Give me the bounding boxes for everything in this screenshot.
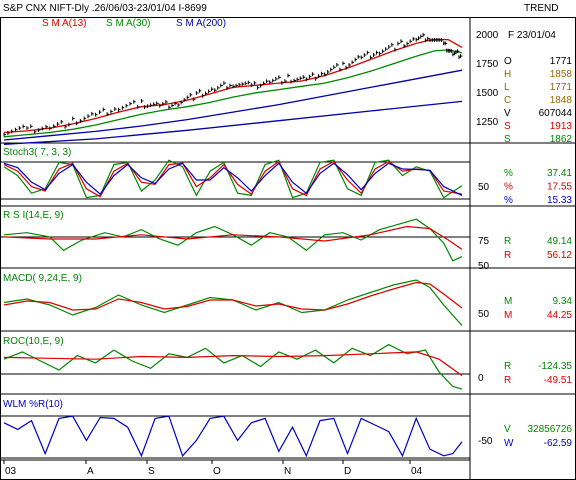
- rsi-y-tick: 50: [478, 261, 490, 272]
- side-date: F 23/01/04: [508, 30, 556, 41]
- price-row-value: 1862: [550, 134, 573, 145]
- wlm-title: WLM %R(10): [3, 399, 63, 410]
- price-row-key: O: [504, 56, 512, 67]
- trend-label: TREND: [524, 3, 558, 14]
- macd-y-tick: 50: [478, 309, 490, 320]
- roc-series-0: [3, 343, 463, 390]
- stoch-row-key: %: [504, 168, 513, 179]
- macd-title: MACD( 9,24,E, 9): [3, 273, 82, 284]
- rsi-row-value: 56.12: [547, 250, 572, 261]
- legend-sma200: S M A(200): [176, 18, 226, 29]
- stoch-series-1: [3, 160, 463, 198]
- rsi-y-tick: 75: [478, 236, 490, 247]
- price-row-value: 1858: [550, 69, 573, 80]
- rsi-title: R S I(14,E, 9): [3, 210, 64, 221]
- stoch-y-tick: 50: [478, 182, 490, 193]
- outer-frame: [0, 17, 576, 480]
- price-row-value: 1913: [550, 121, 573, 132]
- price-row-key: C: [504, 95, 511, 106]
- macd-row-key: M: [504, 310, 512, 321]
- stoch-title: Stoch3( 7, 3, 3): [3, 147, 71, 158]
- technical-chart: S&P CNX NIFT-Dly .26/06/03-23/01/04 I-86…: [0, 3, 576, 480]
- roc-title: ROC(10,E, 9): [3, 336, 64, 347]
- roc-row-key: R: [504, 361, 511, 372]
- price-y-tick: 1250: [476, 117, 499, 128]
- stoch-series-2: [3, 162, 463, 196]
- price-row-key: H: [504, 69, 511, 80]
- rsi-series-1: [3, 225, 463, 250]
- legend-sma30: S M A(30): [106, 18, 150, 29]
- macd-row-value: 9.34: [553, 296, 573, 307]
- stoch-row-value: 15.33: [547, 195, 572, 206]
- price-y-tick: 1500: [476, 88, 499, 99]
- series-layer: [0, 32, 470, 464]
- chart-title: S&P CNX NIFT-Dly .26/06/03-23/01/04 I-86…: [3, 3, 207, 14]
- wlm-row-key: V: [504, 424, 511, 435]
- price-row-value: 1848: [550, 95, 573, 106]
- wlm-series-0: [3, 415, 463, 458]
- price-row-key: L: [504, 82, 510, 93]
- stoch-row-value: 37.41: [547, 168, 572, 179]
- roc-series-1: [3, 351, 463, 377]
- x-tick-label: 03: [5, 466, 17, 477]
- rsi-row-value: 49.14: [547, 236, 572, 247]
- roc-row-value: -124.35: [538, 361, 572, 372]
- price-y-tick: 1750: [476, 59, 499, 70]
- rsi-series-0: [3, 218, 463, 262]
- x-tick-label: D: [344, 466, 351, 477]
- price-row-value: 1771: [550, 82, 573, 93]
- wlm-y-tick: -50: [478, 436, 493, 447]
- wlm-row-value: -62.59: [544, 438, 573, 449]
- stoch-row-value: 17.55: [547, 182, 572, 193]
- legend-sma13: S M A(13): [42, 18, 86, 29]
- macd-series-1: [3, 281, 463, 311]
- x-tick-label: S: [148, 466, 155, 477]
- price-series-3: [3, 100, 463, 145]
- price-row-key: S: [504, 121, 511, 132]
- price-row-key: S: [504, 134, 511, 145]
- x-tick-label: N: [284, 466, 291, 477]
- rsi-row-key: R: [504, 250, 511, 261]
- macd-series-0: [3, 279, 463, 326]
- x-tick-label: 04: [411, 466, 423, 477]
- label-layer: 2000 1750 1500 1250 03 A S O N D 04 50 75 50 50 0 -50 O 17…: [5, 30, 572, 477]
- roc-row-key: R: [504, 375, 511, 386]
- roc-row-value: -49.51: [544, 375, 573, 386]
- x-tick-label: O: [213, 466, 221, 477]
- price-row-key: V: [504, 108, 511, 119]
- price-row-value: 607044: [539, 108, 573, 119]
- macd-row-value: 44.25: [547, 310, 572, 321]
- price-row-value: 1771: [550, 56, 573, 67]
- stoch-row-key: %: [504, 182, 513, 193]
- x-tick-label: A: [87, 466, 94, 477]
- wlm-row-value: 32856726: [528, 424, 573, 435]
- roc-y-tick: 0: [478, 373, 484, 384]
- price-y-tick: 2000: [476, 30, 499, 41]
- macd-row-key: M: [504, 296, 512, 307]
- stoch-row-key: %: [504, 195, 513, 206]
- chart-window: S&P CNX NIFT-Dly .26/06/03-23/01/04 I-86…: [0, 0, 576, 480]
- rsi-row-key: R: [504, 236, 511, 247]
- wlm-row-key: W: [504, 438, 514, 449]
